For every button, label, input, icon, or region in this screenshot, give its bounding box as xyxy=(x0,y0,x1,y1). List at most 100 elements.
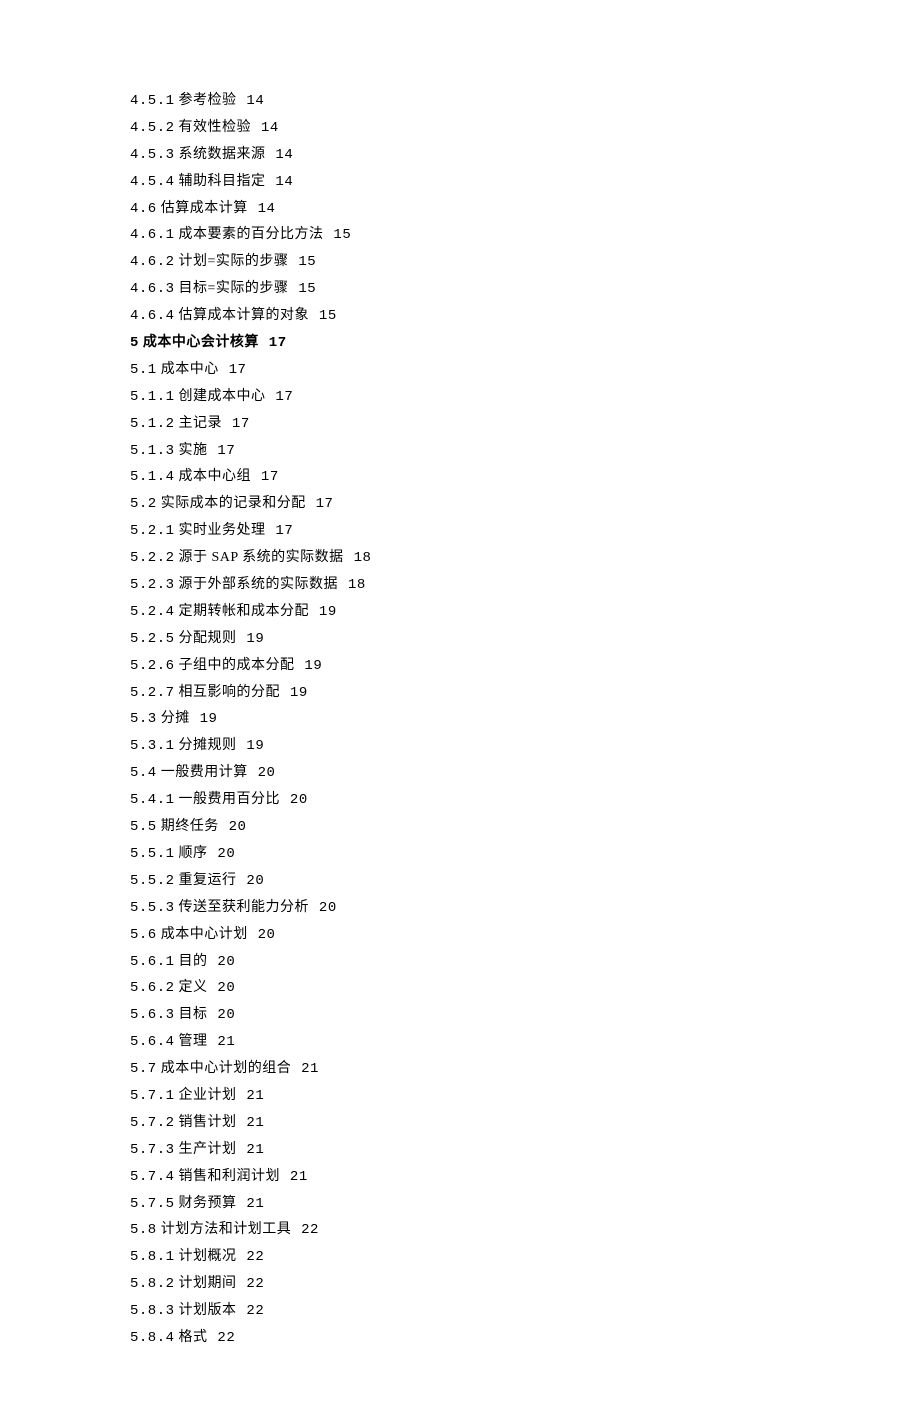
toc-entry: 5.2.2 源于 SAP 系统的实际数据 18 xyxy=(130,545,790,572)
toc-title: 一般费用计算 xyxy=(157,765,248,780)
toc-entry: 4.6.3 目标=实际的步骤 15 xyxy=(130,276,790,303)
toc-title: 一般费用百分比 xyxy=(175,792,281,807)
toc-title: 成本中心组 xyxy=(175,469,252,484)
toc-number: 5.1.4 xyxy=(130,469,175,485)
toc-page: 17 xyxy=(209,443,236,459)
toc-number: 4.6.4 xyxy=(130,308,175,324)
toc-entry: 5.5.1 顺序 20 xyxy=(130,841,790,868)
toc-entry: 5.6.2 定义 20 xyxy=(130,975,790,1002)
toc-title: 计划=实际的步骤 xyxy=(175,254,289,269)
toc-entry: 5.1 成本中心 17 xyxy=(130,357,790,384)
toc-entry: 4.5.3 系统数据来源 14 xyxy=(130,142,790,169)
toc-page: 19 xyxy=(238,631,265,647)
toc-page: 17 xyxy=(252,469,279,485)
toc-number: 5.7.4 xyxy=(130,1169,175,1185)
toc-title: 实际成本的记录和分配 xyxy=(157,496,306,511)
toc-page: 20 xyxy=(310,900,337,916)
toc-page: 17 xyxy=(267,389,294,405)
toc-entry: 5.2 实际成本的记录和分配 17 xyxy=(130,491,790,518)
toc-number: 5.8 xyxy=(130,1222,157,1238)
toc-page: 20 xyxy=(209,954,236,970)
toc-page: 20 xyxy=(209,980,236,996)
toc-page: 20 xyxy=(238,873,265,889)
toc-number: 5.6 xyxy=(130,927,157,943)
toc-number: 5.6.1 xyxy=(130,954,175,970)
toc-number: 5.4.1 xyxy=(130,792,175,808)
toc-number: 5.1.2 xyxy=(130,416,175,432)
toc-page: 19 xyxy=(191,711,218,727)
toc-entry: 5.5.2 重复运行 20 xyxy=(130,868,790,895)
toc-entry: 4.5.1 参考检验 14 xyxy=(130,88,790,115)
toc-entry: 5.6 成本中心计划 20 xyxy=(130,922,790,949)
toc-page: 21 xyxy=(281,1169,308,1185)
toc-number: 5.2.2 xyxy=(130,550,175,566)
toc-page: 15 xyxy=(289,254,316,270)
toc-page: 17 xyxy=(223,416,250,432)
toc-title: 传送至获利能力分析 xyxy=(175,900,310,915)
toc-number: 5.2.3 xyxy=(130,577,175,593)
toc-entry: 5.4.1 一般费用百分比 20 xyxy=(130,787,790,814)
toc-page: 19 xyxy=(238,738,265,754)
toc-title: 实时业务处理 xyxy=(175,523,266,538)
toc-title: 创建成本中心 xyxy=(175,389,266,404)
toc-entry: 5.5 期终任务 20 xyxy=(130,814,790,841)
toc-number: 4.6.2 xyxy=(130,254,175,270)
toc-number: 5.7.2 xyxy=(130,1115,175,1131)
toc-number: 5.2.5 xyxy=(130,631,175,647)
toc-entry: 5.6.1 目的 20 xyxy=(130,949,790,976)
toc-entry: 5.7.4 销售和利润计划 21 xyxy=(130,1164,790,1191)
toc-entry: 5.7.5 财务预算 21 xyxy=(130,1191,790,1218)
toc-number: 4.5.2 xyxy=(130,120,175,136)
toc-title: 实施 xyxy=(175,443,208,458)
toc-page: 14 xyxy=(238,93,265,109)
toc-title: 成本要素的百分比方法 xyxy=(175,227,324,242)
toc-number: 4.5.3 xyxy=(130,147,175,163)
toc-title: 计划版本 xyxy=(175,1303,237,1318)
toc-entry: 5.2.7 相互影响的分配 19 xyxy=(130,680,790,707)
toc-entry: 5.8.2 计划期间 22 xyxy=(130,1271,790,1298)
toc-entry: 5.2.4 定期转帐和成本分配 19 xyxy=(130,599,790,626)
toc-title: 企业计划 xyxy=(175,1088,237,1103)
toc-entry: 5.1.3 实施 17 xyxy=(130,438,790,465)
toc-title: 分摊规则 xyxy=(175,738,237,753)
toc-page: 14 xyxy=(249,201,276,217)
toc-number: 5.1 xyxy=(130,362,157,378)
toc-page: 18 xyxy=(345,550,372,566)
toc-title: 源于外部系统的实际数据 xyxy=(175,577,339,592)
toc-number: 4.6 xyxy=(130,201,157,217)
toc-title: 定义 xyxy=(175,980,208,995)
toc-page: 17 xyxy=(267,523,294,539)
toc-page: 20 xyxy=(249,765,276,781)
toc-entry: 5.1.4 成本中心组 17 xyxy=(130,464,790,491)
toc-entry: 5.3 分摊 19 xyxy=(130,706,790,733)
toc-entry: 5 成本中心会计核算 17 xyxy=(130,330,790,357)
toc-page: 19 xyxy=(296,658,323,674)
toc-title: 分配规则 xyxy=(175,631,237,646)
toc-page: 15 xyxy=(289,281,316,297)
toc-title: 期终任务 xyxy=(157,819,219,834)
toc-entry: 5.5.3 传送至获利能力分析 20 xyxy=(130,895,790,922)
toc-entry: 4.5.4 辅助科目指定 14 xyxy=(130,169,790,196)
toc-title: 计划概况 xyxy=(175,1249,237,1264)
toc-page: 17 xyxy=(220,362,247,378)
toc-page: 18 xyxy=(339,577,366,593)
toc-entry: 4.6.1 成本要素的百分比方法 15 xyxy=(130,222,790,249)
toc-title: 成本中心 xyxy=(157,362,219,377)
toc-page: 19 xyxy=(281,685,308,701)
toc-number: 5.5.1 xyxy=(130,846,175,862)
toc-entry: 5.7.2 销售计划 21 xyxy=(130,1110,790,1137)
toc-entry: 5.8.3 计划版本 22 xyxy=(130,1298,790,1325)
toc-number: 5.4 xyxy=(130,765,157,781)
toc-page: 22 xyxy=(238,1249,265,1265)
toc-title: 销售计划 xyxy=(175,1115,237,1130)
toc-number: 5.5 xyxy=(130,819,157,835)
toc-title: 相互影响的分配 xyxy=(175,685,281,700)
toc-number: 5.2.7 xyxy=(130,685,175,701)
toc-page: 20 xyxy=(220,819,247,835)
toc-page: 20 xyxy=(209,846,236,862)
toc-title: 估算成本计算 xyxy=(157,201,248,216)
toc-entry: 5.7.3 生产计划 21 xyxy=(130,1137,790,1164)
toc-entry: 4.5.2 有效性检验 14 xyxy=(130,115,790,142)
toc-title: 参考检验 xyxy=(175,93,237,108)
toc-page: 20 xyxy=(209,1007,236,1023)
